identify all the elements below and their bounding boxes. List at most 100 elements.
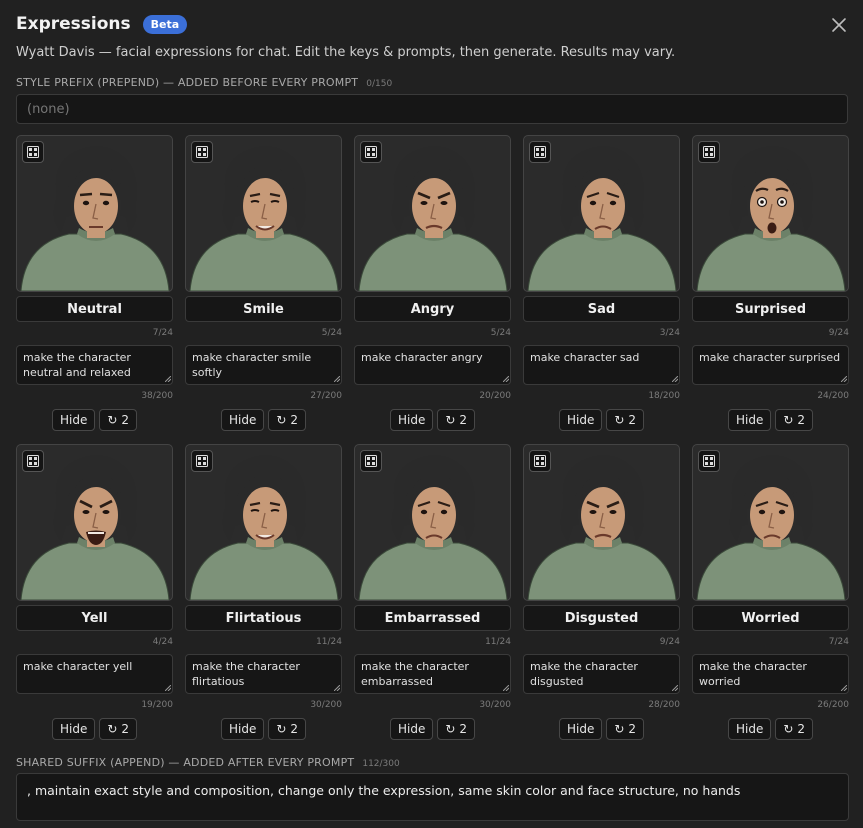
- prompt-count: 24/200: [817, 391, 849, 401]
- resize-grip-icon[interactable]: [334, 685, 340, 691]
- expression-prompt-input[interactable]: make character sad: [523, 345, 680, 385]
- resize-grip-icon[interactable]: [672, 376, 678, 382]
- expression-image[interactable]: [354, 444, 511, 601]
- resize-grip-icon[interactable]: [841, 376, 847, 382]
- regenerate-count: 2: [459, 722, 468, 736]
- hide-label: Hide: [59, 722, 88, 736]
- expression-prompt-input[interactable]: make character smile softly: [185, 345, 342, 385]
- expression-image[interactable]: [16, 135, 173, 292]
- shared-suffix-input[interactable]: , maintain exact style and composition, …: [16, 773, 849, 821]
- expression-prompt-input[interactable]: make character angry: [354, 345, 511, 385]
- hide-label: Hide: [566, 722, 595, 736]
- generate-icon[interactable]: [360, 141, 382, 163]
- card-actions: Hide ↻ 2: [692, 718, 849, 740]
- expression-image[interactable]: [354, 135, 511, 292]
- regenerate-button[interactable]: ↻ 2: [268, 409, 307, 431]
- regenerate-count: 2: [797, 722, 806, 736]
- resize-grip-icon[interactable]: [672, 685, 678, 691]
- refresh-icon: ↻: [276, 722, 287, 736]
- resize-grip-icon[interactable]: [334, 376, 340, 382]
- regenerate-button[interactable]: ↻ 2: [606, 409, 645, 431]
- expression-prompt-input[interactable]: make the character flirtatious: [185, 654, 342, 694]
- expression-prompt-input[interactable]: make the character embarrassed: [354, 654, 511, 694]
- generate-icon[interactable]: [191, 450, 213, 472]
- expression-key-input[interactable]: [16, 296, 173, 322]
- style-prefix-input[interactable]: [16, 94, 848, 124]
- regenerate-button[interactable]: ↻ 2: [437, 409, 476, 431]
- resize-grip-icon[interactable]: [503, 376, 509, 382]
- hide-button[interactable]: Hide: [389, 409, 434, 431]
- expression-image[interactable]: [692, 444, 849, 601]
- hide-button[interactable]: Hide: [558, 718, 603, 740]
- expression-key-input[interactable]: [185, 605, 342, 631]
- regenerate-count: 2: [459, 413, 468, 427]
- resize-grip-icon[interactable]: [503, 685, 509, 691]
- generate-icon[interactable]: [529, 450, 551, 472]
- generate-icon[interactable]: [698, 450, 720, 472]
- regenerate-button[interactable]: ↻ 2: [775, 718, 814, 740]
- hide-button[interactable]: Hide: [389, 718, 434, 740]
- refresh-icon: ↻: [614, 722, 625, 736]
- card-actions: Hide ↻ 2: [16, 409, 173, 431]
- expression-image[interactable]: [185, 135, 342, 292]
- expression-key-input[interactable]: [16, 605, 173, 631]
- close-icon[interactable]: [829, 15, 849, 35]
- prompt-count: 30/200: [479, 700, 511, 710]
- expression-prompt-input[interactable]: make the character disgusted: [523, 654, 680, 694]
- regenerate-button[interactable]: ↻ 2: [437, 718, 476, 740]
- suffix-count: 112/300: [362, 759, 400, 769]
- generate-icon[interactable]: [22, 141, 44, 163]
- prompt-count: 18/200: [648, 391, 680, 401]
- hide-button[interactable]: Hide: [727, 409, 772, 431]
- key-count: 9/24: [828, 328, 849, 338]
- resize-grip-icon[interactable]: [841, 685, 847, 691]
- expression-key-input[interactable]: [692, 296, 849, 322]
- generate-icon[interactable]: [529, 141, 551, 163]
- expression-image[interactable]: [185, 444, 342, 601]
- card-actions: Hide ↻ 2: [692, 409, 849, 431]
- resize-grip-icon[interactable]: [165, 685, 171, 691]
- generate-icon[interactable]: [22, 450, 44, 472]
- regenerate-button[interactable]: ↻ 2: [606, 718, 645, 740]
- expression-prompt-input[interactable]: make character surprised: [692, 345, 849, 385]
- regenerate-button[interactable]: ↻ 2: [775, 409, 814, 431]
- expression-prompt-input[interactable]: make the character worried: [692, 654, 849, 694]
- expression-image[interactable]: [523, 135, 680, 292]
- hide-button[interactable]: Hide: [727, 718, 772, 740]
- regenerate-button[interactable]: ↻ 2: [268, 718, 307, 740]
- expression-key-input[interactable]: [354, 605, 511, 631]
- regenerate-button[interactable]: ↻ 2: [99, 409, 138, 431]
- hide-button[interactable]: Hide: [558, 409, 603, 431]
- generate-icon[interactable]: [191, 141, 213, 163]
- expression-card: 7/24 make the character worried 26/200 H…: [692, 444, 849, 740]
- prompt-count: 19/200: [141, 700, 173, 710]
- expression-image[interactable]: [523, 444, 680, 601]
- hide-label: Hide: [735, 722, 764, 736]
- hide-label: Hide: [397, 413, 426, 427]
- generate-icon[interactable]: [698, 141, 720, 163]
- expression-prompt-input[interactable]: make the character neutral and relaxed: [16, 345, 173, 385]
- expression-prompt-input[interactable]: make character yell: [16, 654, 173, 694]
- hide-label: Hide: [566, 413, 595, 427]
- expression-card: 4/24 make character yell 19/200 Hide ↻2: [16, 444, 173, 740]
- hide-button[interactable]: Hide: [51, 718, 96, 740]
- expression-image[interactable]: [692, 135, 849, 292]
- hide-button[interactable]: Hide: [220, 409, 265, 431]
- prompt-count: 20/200: [479, 391, 511, 401]
- expression-key-input[interactable]: [354, 296, 511, 322]
- card-actions: Hide ↻ 2: [523, 409, 680, 431]
- expression-key-input[interactable]: [523, 605, 680, 631]
- hide-button[interactable]: Hide: [51, 409, 96, 431]
- regenerate-count: 2: [290, 413, 299, 427]
- expression-key-input[interactable]: [692, 605, 849, 631]
- hide-button[interactable]: Hide: [220, 718, 265, 740]
- expression-key-input[interactable]: [185, 296, 342, 322]
- regenerate-button[interactable]: ↻ 2: [99, 718, 138, 740]
- generate-icon[interactable]: [360, 450, 382, 472]
- expression-image[interactable]: [16, 444, 173, 601]
- expression-key-input[interactable]: [523, 296, 680, 322]
- refresh-icon: ↻: [445, 413, 456, 427]
- expression-card: 11/24 make the character flirtatious 30/…: [185, 444, 342, 740]
- dialog-subtitle: Wyatt Davis — facial expressions for cha…: [16, 45, 676, 60]
- resize-grip-icon[interactable]: [165, 376, 171, 382]
